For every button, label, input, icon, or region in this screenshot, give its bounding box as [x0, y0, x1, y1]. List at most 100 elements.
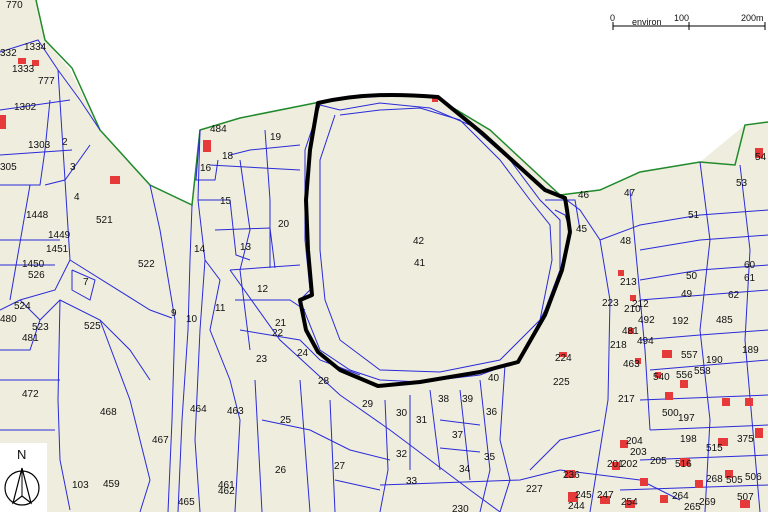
parcel-label: 10	[186, 314, 198, 325]
parcel-label: 463	[227, 406, 244, 417]
parcel-label: 225	[553, 377, 570, 388]
parcel-label: 515	[706, 443, 723, 454]
parcel-label: 34	[459, 464, 471, 475]
parcel-label: 484	[210, 124, 227, 135]
parcel-label: 205	[650, 456, 667, 467]
parcel-label: 223	[602, 298, 619, 309]
parcel-label: 1303	[28, 140, 51, 151]
parcel-label: 556	[676, 370, 693, 381]
parcel-label: 14	[194, 244, 206, 255]
parcel-label: 521	[96, 215, 113, 226]
scale-label-100: 100	[674, 13, 689, 23]
parcel-label: 22	[272, 328, 284, 339]
parcel-label: 305	[0, 162, 17, 173]
parcel-label: 3	[70, 162, 76, 173]
parcel-label: 45	[576, 224, 588, 235]
parcel-label: 480	[0, 314, 17, 325]
parcel-label: 198	[680, 434, 697, 445]
land-area	[0, 0, 768, 512]
parcel-label: 103	[72, 480, 89, 491]
parcel-label: 264	[672, 491, 689, 502]
parcel-label: 41	[414, 258, 426, 269]
parcel-label: 505	[726, 475, 743, 486]
parcel-label: 29	[362, 399, 374, 410]
parcel-label: 462	[218, 486, 235, 497]
parcel-label: 523	[32, 322, 49, 333]
scale-bar: 0 environ 100 200m	[610, 13, 766, 30]
parcel-label: 26	[275, 465, 287, 476]
parcel-label: 15	[220, 196, 232, 207]
parcel-label: 332	[0, 48, 17, 59]
parcel-label: 48	[620, 236, 632, 247]
parcel-label: 1448	[26, 210, 49, 221]
parcel-label: 227	[526, 484, 543, 495]
parcel-label: 210	[624, 304, 641, 315]
parcel-label: 20	[278, 219, 290, 230]
parcel-label: 190	[706, 355, 723, 366]
parcel-label: 54	[755, 152, 767, 163]
parcel-label: 540	[653, 372, 670, 383]
parcel-label: 36	[486, 407, 498, 418]
parcel-label: 18	[222, 151, 234, 162]
parcel-label: 254	[621, 497, 638, 508]
parcel-label: 4	[74, 192, 80, 203]
scale-label-environ: environ	[632, 17, 662, 27]
parcel-label: 11	[215, 303, 226, 314]
parcel-label: 1302	[14, 102, 37, 113]
parcel-label: 192	[672, 316, 689, 327]
parcel-label: 61	[744, 273, 756, 284]
parcel-label: 2	[62, 137, 68, 148]
parcel-label: 19	[270, 132, 282, 143]
parcel-label: 53	[736, 178, 748, 189]
parcel-label: 507	[737, 492, 754, 503]
parcel-label: 524	[14, 301, 31, 312]
parcel-label: 1334	[24, 42, 47, 53]
parcel-label: 268	[706, 474, 723, 485]
parcel-label: 7	[83, 277, 89, 288]
parcel-label: 522	[138, 259, 155, 270]
parcel-label: 492	[638, 315, 655, 326]
parcel-label: 62	[728, 290, 740, 301]
parcel-label: 777	[38, 76, 55, 87]
parcel-label: 203	[630, 447, 647, 458]
parcel-label: 189	[742, 345, 759, 356]
parcel-label: 375	[737, 434, 754, 445]
parcel-label: 1451	[46, 244, 69, 255]
parcel-label: 28	[318, 376, 330, 387]
parcel-label: 9	[171, 308, 177, 319]
parcel-label: 485	[716, 315, 733, 326]
parcel-label: 1449	[48, 230, 71, 241]
parcel-label: 40	[488, 373, 500, 384]
parcel-label: 516	[675, 459, 692, 470]
parcel-label: 218	[610, 340, 627, 351]
parcel-label: 51	[688, 210, 700, 221]
parcel-label: 244	[568, 501, 585, 512]
parcel-label: 481	[22, 333, 39, 344]
parcel-label: 1333	[12, 64, 35, 75]
scale-label-0: 0	[610, 13, 615, 23]
parcel-label: 23	[256, 354, 268, 365]
parcel-label: 24	[297, 348, 309, 359]
parcel-label: 202	[621, 459, 638, 470]
parcel-label: 213	[620, 277, 637, 288]
cadastral-map[interactable]: 7701334133333277713021303 2305 341448 52114…	[0, 0, 768, 512]
parcel-label: 35	[484, 452, 496, 463]
parcel-label: 16	[200, 163, 212, 174]
north-label: N	[17, 447, 26, 462]
parcel-label: 245	[575, 490, 592, 501]
parcel-label: 770	[6, 0, 23, 11]
parcel-label: 472	[22, 389, 39, 400]
parcel-label: 467	[152, 435, 169, 446]
parcel-label: 31	[416, 415, 428, 426]
parcel-label: 197	[678, 413, 695, 424]
parcel-label: 60	[744, 260, 756, 271]
parcel-label: 224	[555, 353, 572, 364]
parcel-label: 46	[578, 190, 590, 201]
parcel-label: 13	[240, 242, 252, 253]
parcel-label: 30	[396, 408, 408, 419]
parcel-label: 204	[626, 436, 643, 447]
parcel-label: 500	[662, 408, 679, 419]
scale-label-200m: 200m	[741, 13, 764, 23]
parcel-label: 525	[84, 321, 101, 332]
parcel-label: 27	[334, 461, 346, 472]
